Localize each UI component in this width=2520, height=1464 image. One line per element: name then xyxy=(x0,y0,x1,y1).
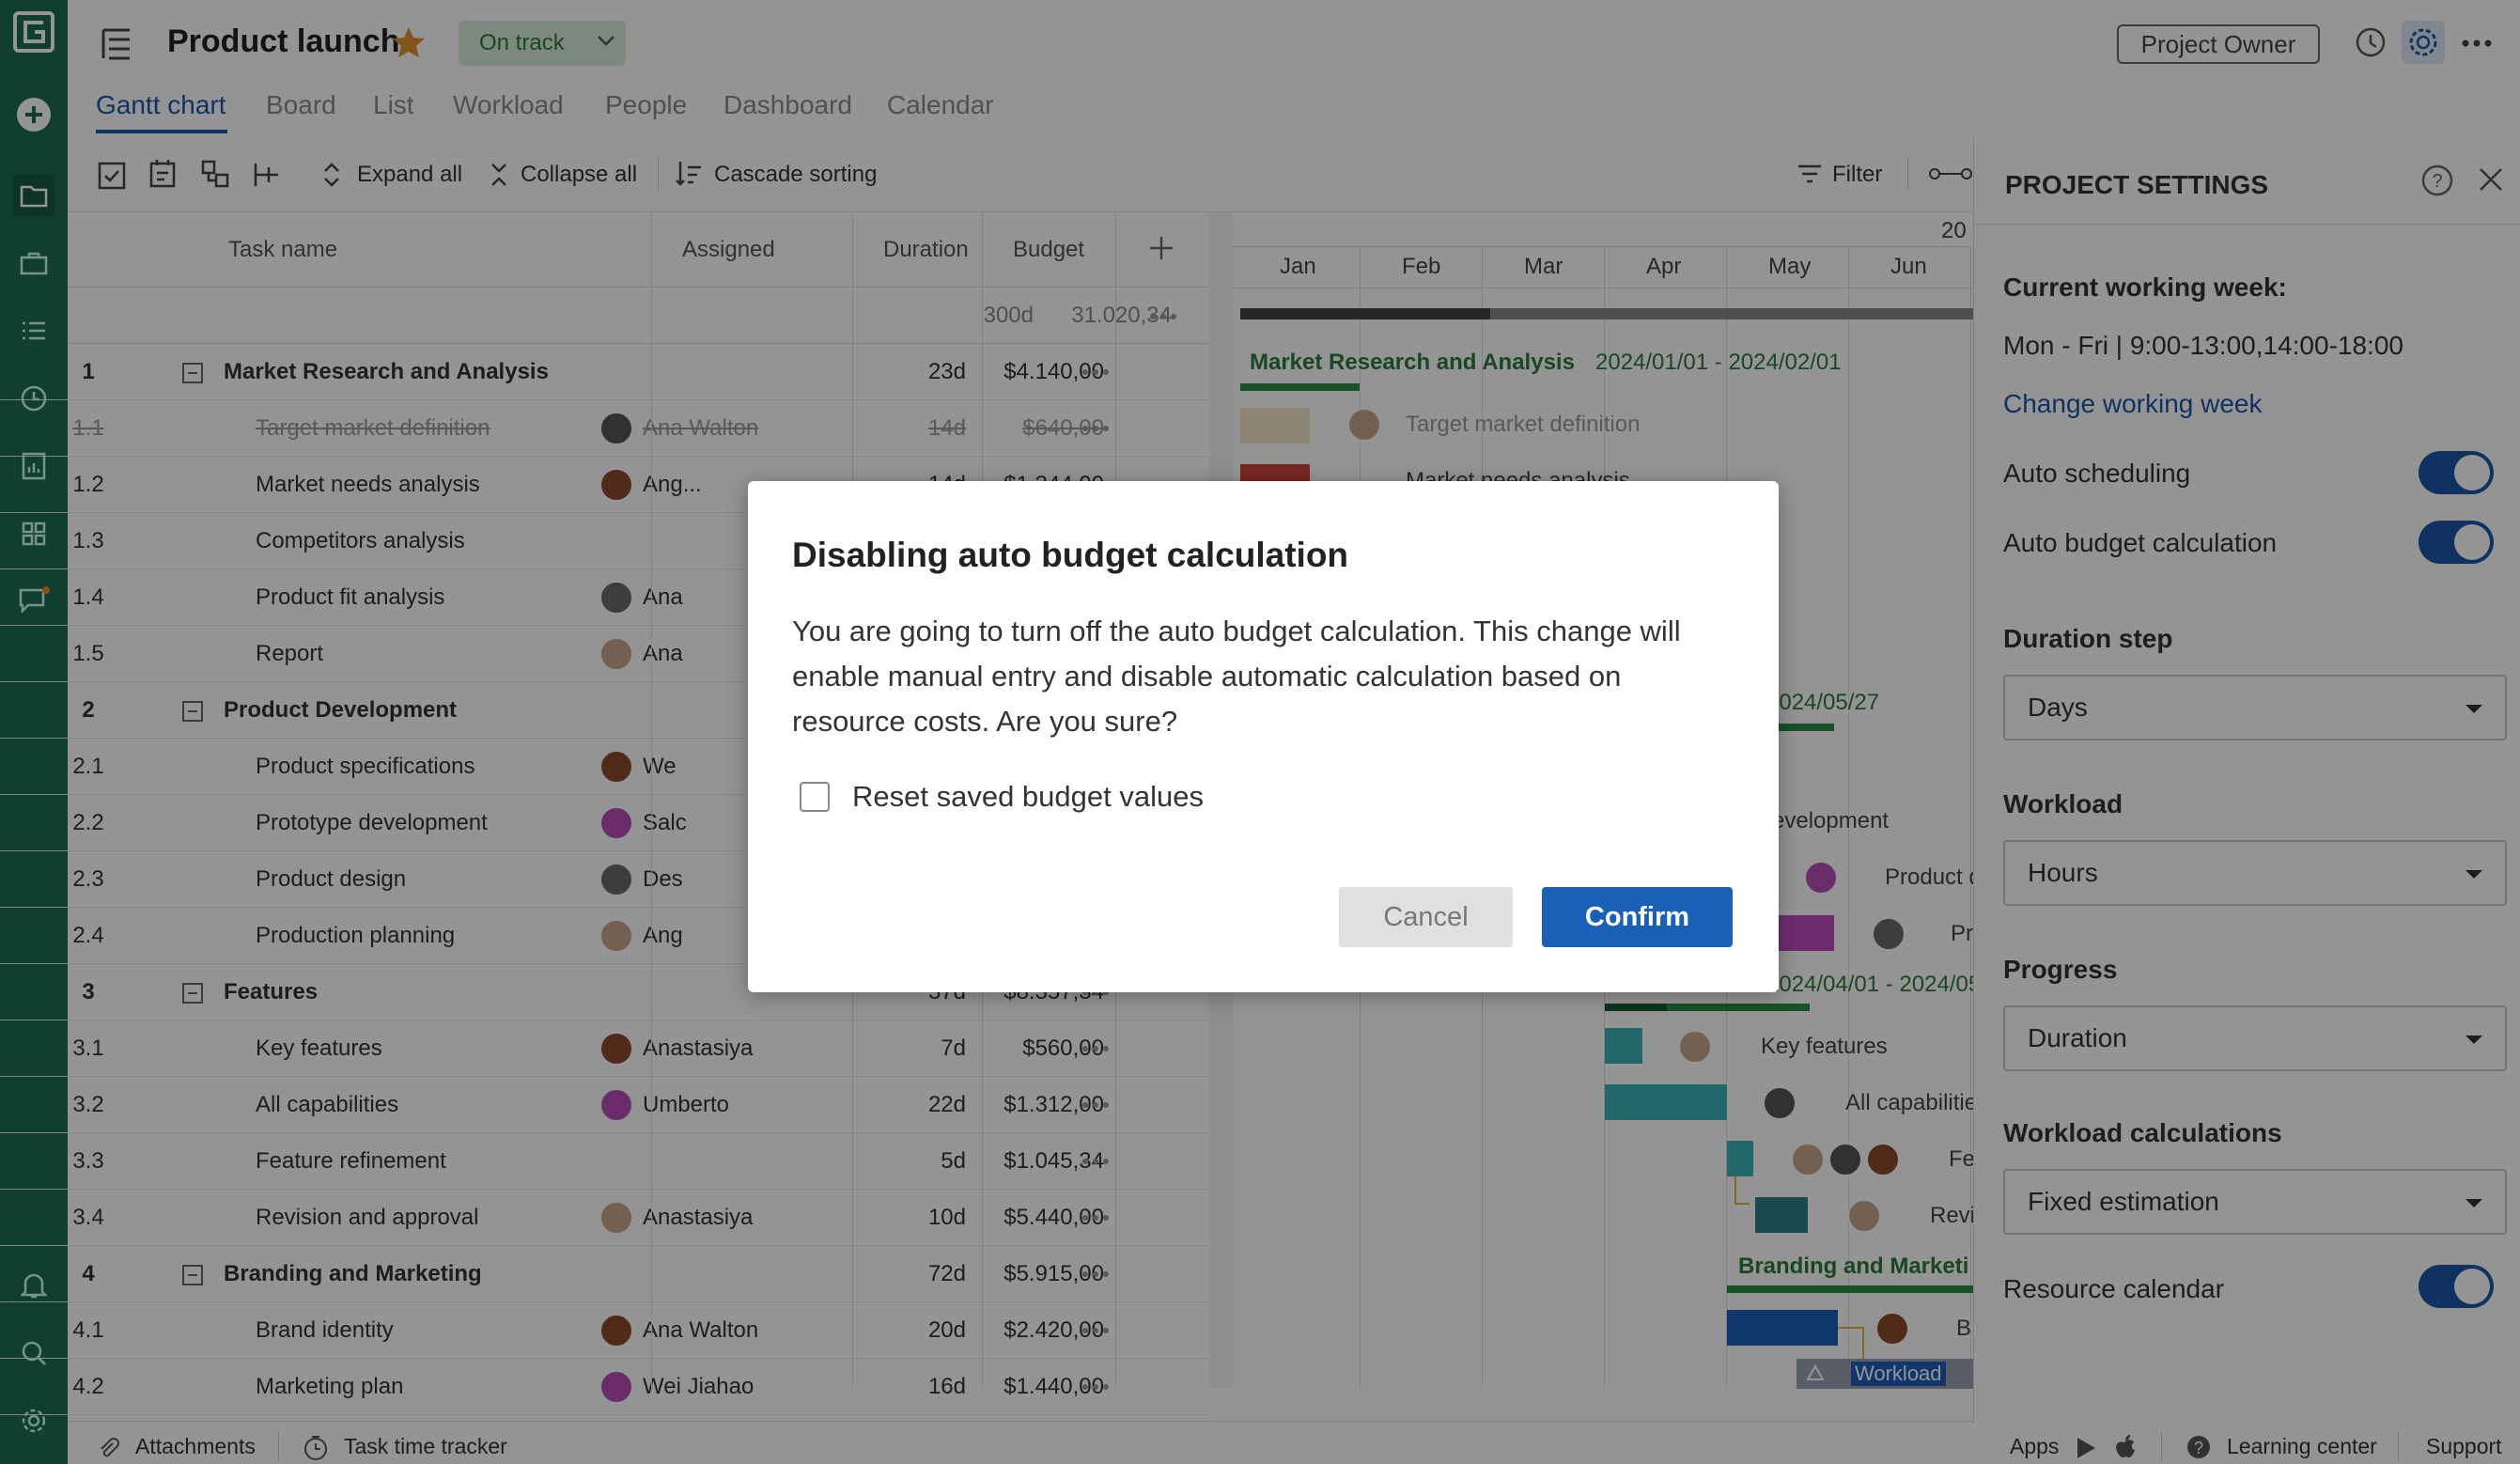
reset-budget-checkbox[interactable] xyxy=(800,782,830,812)
dialog-message: You are going to turn off the auto budge… xyxy=(792,615,1681,738)
reset-budget-checkbox-label[interactable]: Reset saved budget values xyxy=(852,780,1204,814)
cancel-button[interactable]: Cancel xyxy=(1339,887,1513,947)
dialog-title: Disabling auto budget calculation xyxy=(792,536,1349,574)
confirm-button[interactable]: Confirm xyxy=(1542,887,1733,947)
